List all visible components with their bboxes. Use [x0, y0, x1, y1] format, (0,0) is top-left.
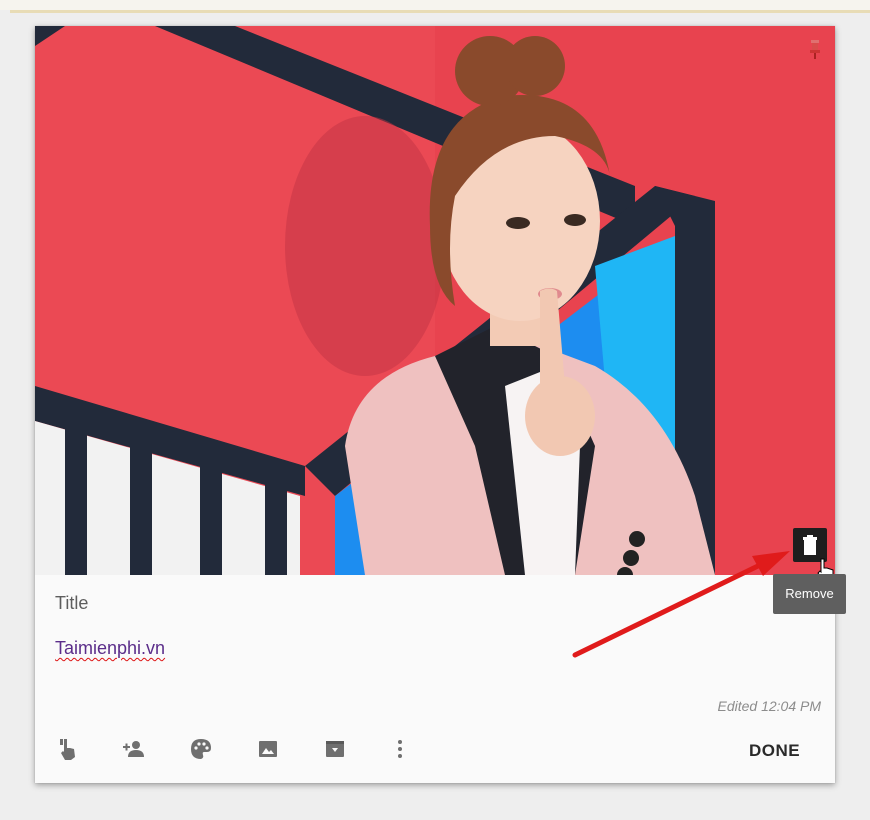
remove-tooltip: Remove	[773, 574, 846, 614]
edited-timestamp: Edited 12:04 PM	[717, 698, 821, 714]
title-field[interactable]: Title	[55, 593, 88, 614]
photo-illustration	[35, 26, 835, 575]
pin-icon[interactable]	[805, 38, 825, 62]
top-strip	[0, 0, 870, 10]
add-image-icon[interactable]	[255, 736, 281, 762]
collaborator-icon[interactable]	[120, 736, 146, 762]
archive-icon[interactable]	[322, 736, 348, 762]
more-vert-icon[interactable]	[387, 736, 413, 762]
done-button[interactable]: DONE	[749, 741, 800, 761]
note-image[interactable]	[35, 26, 835, 575]
note-body-text[interactable]: Taimienphi.vn	[55, 638, 165, 659]
palette-icon[interactable]	[188, 736, 214, 762]
note-editor-card: Remove Title Taimienphi.vn Edited 12:04 …	[35, 26, 846, 783]
top-accent-line	[10, 10, 870, 13]
remind-me-icon[interactable]	[55, 736, 81, 762]
